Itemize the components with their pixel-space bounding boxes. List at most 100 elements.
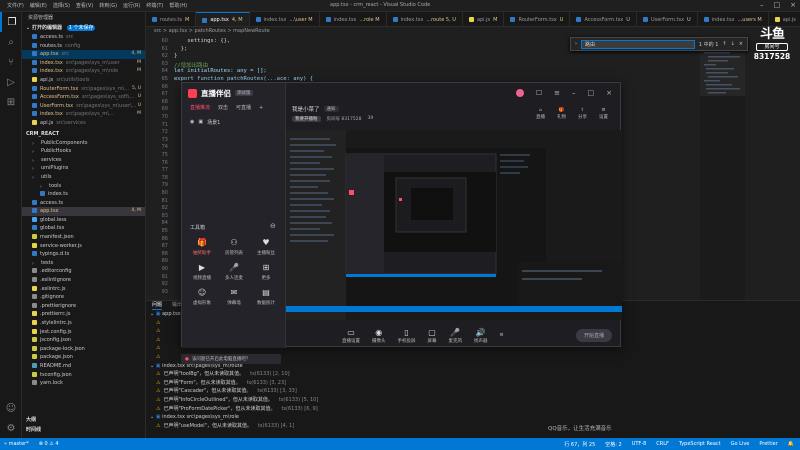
control-item[interactable]: 🎤 麦克风 [449, 328, 463, 344]
tree-item[interactable]: jest.config.js [22, 328, 145, 337]
settings-icon[interactable]: ⚙ [500, 333, 504, 338]
stream-icon-item[interactable]: ⇪ 分享 [578, 108, 587, 120]
menu-item[interactable]: 转到(G) [99, 2, 117, 9]
start-live-button[interactable]: 开始直播 [575, 329, 612, 342]
panel-tab[interactable]: 问题 [152, 301, 163, 310]
tool-item[interactable]: ▶ 视频直播 [186, 262, 218, 281]
live-tab[interactable]: 直播推流 [190, 103, 210, 113]
control-item[interactable]: ▭ 直播设置 [342, 328, 360, 344]
project-header[interactable]: CRM_REACT [22, 130, 145, 139]
tree-item[interactable]: › utils [22, 173, 145, 182]
tree-item[interactable]: yarn.lock [22, 379, 145, 388]
open-editor-item[interactable]: AccessForm.tsx src\pages\sys_soft\... U [22, 93, 145, 102]
close-icon[interactable]: × [790, 1, 796, 9]
tree-item[interactable]: › PublicHooks [22, 147, 145, 156]
minimap[interactable] [700, 36, 745, 300]
stream-tag[interactable]: 通知 [323, 106, 339, 112]
chevron-right-icon[interactable]: › [575, 41, 577, 47]
toolbox-settings-icon[interactable]: ⊖ [270, 222, 276, 230]
open-editor-item[interactable]: RouterForm.tsx src\pages\sys_m\... 5, U [22, 85, 145, 94]
close-find-icon[interactable]: × [739, 41, 743, 47]
minimize-icon[interactable]: – [572, 89, 576, 97]
control-item[interactable]: 🔊 扬声器 [474, 328, 488, 344]
editor-tab[interactable]: AccessForm.tsx U [570, 12, 637, 26]
tree-item[interactable]: › tests [22, 259, 145, 268]
problems-item[interactable]: ⊗ 0 ⚠ 4 [39, 441, 59, 447]
maximize-icon[interactable]: □ [588, 89, 595, 97]
tool-item[interactable]: ☺ 虚拟形象 [186, 287, 218, 306]
editor-tab[interactable]: index.tsx ...role M [320, 12, 387, 26]
editor-tab[interactable]: UserForm.tsx U [637, 12, 698, 26]
settings-icon[interactable]: ≡ [554, 89, 560, 97]
open-editor-item[interactable]: index.tsx src\pages\sys_m\... M [22, 110, 145, 119]
tool-item[interactable]: 🎤 多人连麦 [218, 262, 250, 281]
control-item[interactable]: ▢ 屏幕 [428, 328, 437, 344]
tool-item[interactable]: 🎁 抽奖助手 [186, 237, 218, 256]
eye-icon[interactable]: ◉ [190, 119, 194, 125]
tool-item[interactable]: ♥ 主播粉丝 [250, 237, 282, 256]
tree-item[interactable]: › PublicComponents [22, 139, 145, 148]
maximize-icon[interactable]: □ [774, 1, 781, 9]
tree-item[interactable]: typings.d.ts [22, 250, 145, 259]
tree-item[interactable]: .editorconfig [22, 267, 145, 276]
tree-item[interactable]: › services [22, 156, 145, 165]
editor-tab[interactable]: index.tsx ...users M [698, 12, 769, 26]
tree-item[interactable]: › umiPlugins [22, 164, 145, 173]
add-icon[interactable]: + [259, 103, 263, 113]
tree-item[interactable]: › tools [22, 182, 145, 191]
tree-item[interactable]: README.md [22, 362, 145, 371]
extensions-icon[interactable]: ⊞ [0, 92, 22, 112]
indentation[interactable]: 空格: 2 [605, 441, 621, 448]
problem-row[interactable]: ⌄ ▣ index.tsx src\pages\sys_m\role [146, 413, 800, 422]
menu-item[interactable]: 编辑(E) [30, 2, 47, 9]
user-avatar-icon[interactable] [515, 89, 524, 97]
tree-item[interactable]: access.ts [22, 199, 145, 208]
menu-item[interactable]: 帮助(H) [169, 2, 187, 9]
stream-icon-item[interactable]: ⚙ 设置 [599, 108, 608, 120]
outline-header[interactable]: 大纲 [22, 416, 142, 425]
tree-item[interactable]: manifest.json [22, 233, 145, 242]
problem-row[interactable]: ⚠ 已声明"Form"，但从未读取其值。 ts(6133) [3, 23] [146, 379, 800, 388]
branch-item[interactable]: ⑂ master* [4, 441, 29, 447]
tree-item[interactable]: .prettierignore [22, 302, 145, 311]
tree-item[interactable]: .eslintrc.js [22, 285, 145, 294]
problem-row[interactable]: ⚠ 已声明"toolBg"，但从未读取其值。 ts(6133) [2, 10] [146, 370, 800, 379]
tree-item[interactable]: service-worker.js [22, 242, 145, 251]
problem-row[interactable]: ⚠ 已声明"Cascader"，但从未读取其值。 ts(6133) [3, 33] [146, 387, 800, 396]
timeline-header[interactable]: 时间线 [22, 426, 142, 435]
live-tab[interactable]: 双击 [218, 103, 228, 113]
source-control-icon[interactable]: ⑂ [0, 52, 22, 72]
live-banner[interactable]: ● 该问题已开启此电脑直播吧？ [181, 354, 281, 364]
remote-icon[interactable]: ☺ [0, 398, 22, 418]
tree-item[interactable]: .eslintignore [22, 276, 145, 285]
lock-icon[interactable]: ▣ [198, 119, 203, 125]
open-editor-item[interactable]: api.js src\utils\tools [22, 76, 145, 85]
open-editor-item[interactable]: routes.ts config [22, 42, 145, 51]
control-item[interactable]: ▯ 手机投屏 [398, 328, 416, 344]
language-mode[interactable]: TypeScript React [679, 441, 721, 448]
line-ending[interactable]: CRLF [656, 441, 669, 448]
menu-item[interactable]: 文件(F) [7, 2, 24, 9]
menu-item[interactable]: 运行(R) [123, 2, 140, 9]
menu-item[interactable]: 查看(V) [76, 2, 93, 9]
problem-row[interactable]: ⚠ 已声明"ProFormDatePicker"，但从未读取其值。 ts(6133)… [146, 405, 800, 414]
editor-tab[interactable]: api.js [769, 12, 800, 26]
tree-item[interactable]: index.ts [22, 190, 145, 199]
tree-item[interactable]: .prettierrc.js [22, 310, 145, 319]
menu-item[interactable]: 选择(S) [53, 2, 70, 9]
gear-icon[interactable]: ⚙ [0, 418, 22, 438]
tree-item[interactable]: package.json [22, 353, 145, 362]
tree-item[interactable]: .stylelintrc.js [22, 319, 145, 328]
tree-item[interactable]: .gitignore [22, 293, 145, 302]
tree-item[interactable]: package-lock.json [22, 345, 145, 354]
find-input[interactable]: 路由 [581, 39, 695, 49]
close-icon[interactable]: × [606, 89, 612, 97]
open-editor-item[interactable]: api.js src\services [22, 119, 145, 128]
run-debug-icon[interactable]: ▷ [0, 72, 22, 92]
menu-item[interactable]: 终端(T) [146, 2, 163, 9]
open-editor-item[interactable]: index.tsx src\pages\sys_m\role M [22, 67, 145, 76]
problem-row[interactable]: ⚠ 已声明"InfoCircleOutlined"，但从未读取其值。 ts(6133… [146, 396, 800, 405]
stream-icon-item[interactable]: 🎁 礼物 [557, 108, 566, 120]
cursor-position[interactable]: 行 67，列 25 [564, 441, 595, 448]
editor-tab[interactable]: routes.ts M [146, 12, 197, 26]
